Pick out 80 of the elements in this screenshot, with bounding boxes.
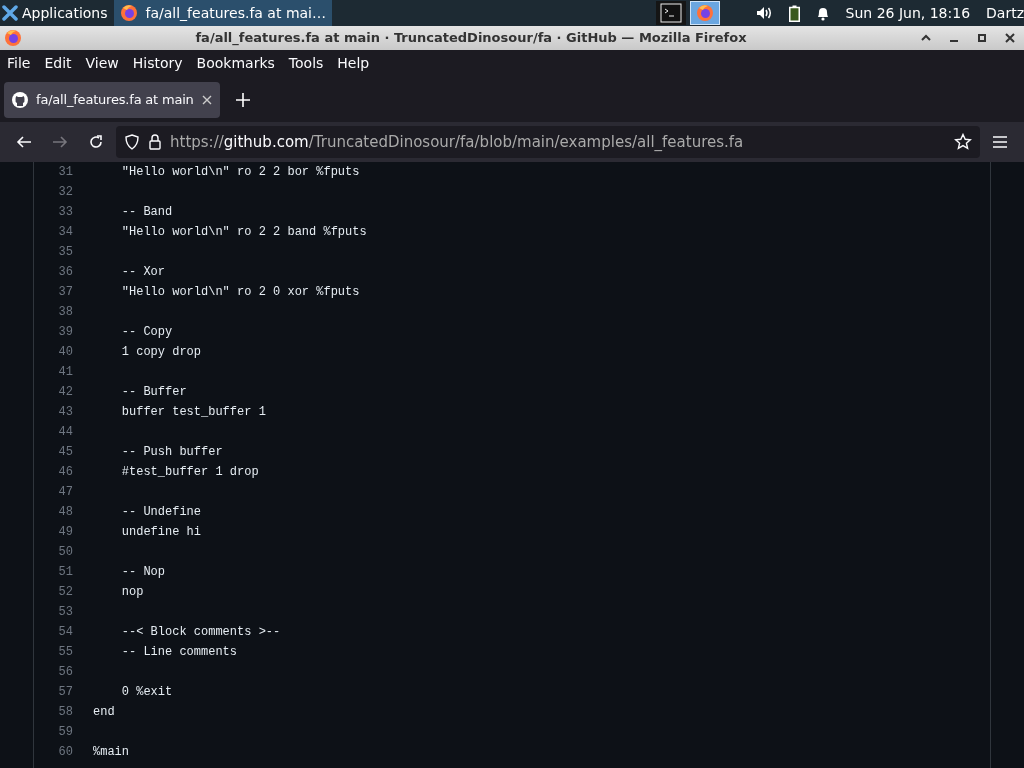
code-line: %main (93, 744, 129, 761)
line-number: 60 (57, 744, 73, 761)
battery-icon[interactable] (788, 4, 800, 22)
terminal-icon[interactable] (656, 1, 686, 25)
window-title: fa/all_features.fa at main · TruncatedDinosour/fa · GitHub — Mozilla Firefox (195, 30, 747, 46)
line-number: 48 (57, 504, 73, 521)
lock-icon[interactable] (148, 134, 162, 150)
menu-item[interactable]: History (125, 53, 190, 74)
code-line: 0 %exit (120, 684, 173, 701)
applications-icon[interactable] (2, 5, 18, 21)
code-line: "Hello world\n" ro 2 2 band %fputs (120, 224, 367, 241)
browser-tab[interactable]: fa/all_features.fa at main (4, 81, 220, 118)
code-line: -- Line comments (120, 644, 238, 661)
line-number: 53 (57, 604, 73, 621)
line-number: 35 (57, 244, 73, 261)
line-number: 34 (57, 224, 73, 241)
line-number: 59 (57, 724, 73, 741)
notification-bell-icon[interactable] (815, 5, 830, 21)
line-number: 41 (57, 364, 73, 381)
firefox-icon[interactable] (690, 1, 720, 25)
line-number: 52 (57, 584, 73, 601)
code-line: nop (120, 584, 144, 601)
clock[interactable]: Sun 26 Jun, 18:16 (845, 2, 971, 24)
menu-item[interactable]: Help (330, 53, 377, 74)
line-number: 31 (57, 164, 73, 181)
bookmark-star-icon[interactable] (954, 133, 972, 151)
code-line: #test_buffer 1 drop (120, 464, 259, 481)
code-line: -- Xor (120, 264, 165, 281)
close-icon[interactable] (1004, 32, 1016, 44)
line-number: 55 (57, 644, 73, 661)
menu-item[interactable]: Tools (281, 53, 331, 74)
shield-icon[interactable] (124, 134, 140, 150)
line-number: 49 (57, 524, 73, 541)
line-number: 45 (57, 444, 73, 461)
line-number: 44 (57, 424, 73, 441)
code-line: -- Nop (120, 564, 165, 581)
line-number: 47 (57, 484, 73, 501)
taskbar-window-button[interactable]: fa/all_features.fa at mai… (113, 0, 332, 26)
line-number: 39 (57, 324, 73, 341)
line-number: 50 (57, 544, 73, 561)
firefox-icon (119, 4, 138, 22)
line-number: 36 (57, 264, 73, 281)
line-number: 33 (57, 204, 73, 221)
volume-icon[interactable] (755, 6, 773, 20)
code-line: -- Push buffer (120, 444, 223, 461)
menu-item[interactable]: View (78, 53, 126, 74)
line-number: 42 (57, 384, 73, 401)
code-line: -- Buffer (120, 384, 187, 401)
code-line: -- Copy (120, 324, 173, 341)
line-number: 38 (57, 304, 73, 321)
line-number: 40 (57, 344, 73, 361)
line-number: 32 (57, 184, 73, 201)
maximize-icon[interactable] (976, 32, 988, 44)
menu-item[interactable]: Bookmarks (189, 53, 282, 74)
url-text: https://github.com/TruncatedDinosour/fa/blob/main/examples/all_features.fa (170, 131, 745, 153)
github-icon (12, 91, 28, 108)
line-number: 54 (57, 624, 73, 641)
line-number: 37 (57, 284, 73, 301)
line-number: 51 (57, 564, 73, 581)
line-number: 46 (57, 464, 73, 481)
line-number: 56 (57, 664, 73, 681)
code-line: 1 copy drop (120, 344, 202, 361)
line-number: 58 (57, 704, 73, 721)
code-line: -- Undefine (120, 504, 202, 521)
code-line: "Hello world\n" ro 2 2 bor %fputs (120, 164, 360, 181)
code-line: end (93, 704, 115, 721)
line-number: 57 (57, 684, 73, 701)
code-line: "Hello world\n" ro 2 0 xor %fputs (120, 284, 360, 301)
code-line: -- Band (120, 204, 173, 221)
code-line: undefine hi (120, 524, 202, 541)
menu-item[interactable]: Edit (37, 53, 79, 74)
firefox-icon (4, 29, 22, 47)
user-name[interactable]: Dartz (986, 2, 1024, 24)
code-line: --< Block comments >-- (120, 624, 281, 641)
line-number: 43 (57, 404, 73, 421)
code-line: buffer test_buffer 1 (120, 404, 266, 421)
address-bar[interactable]: https://github.com/TruncatedDinosour/fa/blob/main/examples/all_features.fa (116, 126, 980, 158)
applications-menu[interactable]: Applications (22, 2, 108, 24)
new-tab-icon[interactable] (236, 92, 250, 107)
menu-item[interactable]: File (0, 53, 38, 74)
